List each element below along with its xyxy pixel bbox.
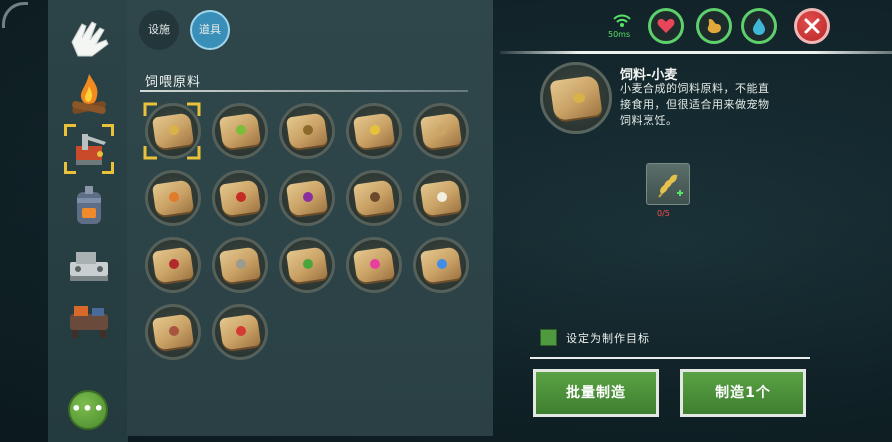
wifi-signal-icon [613,14,631,27]
corn-feed-icon [370,125,380,135]
close-button[interactable] [794,8,830,44]
set-target-label: 设定为制作目标 [566,332,650,345]
stomach-icon [707,19,721,34]
item-slot[interactable] [279,170,335,226]
item-slot[interactable] [212,237,268,293]
item-slot[interactable] [413,103,469,159]
grain-feed-icon [437,125,447,135]
footer-divider [530,357,810,359]
item-slot[interactable] [145,237,201,293]
heart-icon [657,18,675,33]
machine-category-icon[interactable] [62,236,116,290]
pepper-feed-icon [236,192,246,202]
item-slot[interactable] [346,170,402,226]
slot-selection-frame [143,102,201,160]
hand-category-icon[interactable] [62,12,116,66]
section-divider [140,90,468,92]
item-slot[interactable] [413,170,469,226]
selection-corner-icon [102,124,114,136]
furnace-category-icon[interactable] [62,180,116,234]
item-slot[interactable] [346,103,402,159]
flower-blue-feed-icon [437,259,447,269]
mushroom-feed-icon [169,326,179,336]
workbench-category-icon[interactable] [62,292,116,346]
item-slot[interactable] [212,103,268,159]
berry-feed-icon [169,259,179,269]
item-slot[interactable] [145,304,201,360]
selected-item-icon [540,62,612,134]
seed-feed-icon [370,192,380,202]
selection-corner-icon [64,162,76,174]
section-title: 饲喂原料 [145,75,202,90]
item-slot[interactable] [279,103,335,159]
strawberry-feed-icon [236,326,246,336]
potato-feed-icon [303,125,313,135]
item-slot[interactable] [413,237,469,293]
ingredient-slot[interactable] [646,163,690,205]
selection-corner-icon [64,124,76,136]
close-icon [804,18,820,34]
item-slot[interactable] [145,170,201,226]
wheat-feed-icon [573,93,585,103]
health-stat [648,8,684,44]
item-slot[interactable] [212,304,268,360]
set-target-checkbox[interactable] [540,329,557,346]
item-slot[interactable] [346,237,402,293]
onion-feed-icon [303,192,313,202]
flower-pink-feed-icon [370,259,380,269]
ping-text: 50ms [608,30,631,39]
tab-facility[interactable]: 设施 [139,10,179,50]
flower-white-feed-icon [437,192,447,202]
tab-items[interactable]: 道具 [190,10,230,50]
water-drop-icon [753,18,765,35]
ingredient-count: 0/5 [657,209,670,218]
item-description: 小麦合成的饲料原料，不能直接食用，但很适合用来做宠物饲料烹饪。 [620,82,770,127]
thirst-stat [741,8,777,44]
carrot-feed-icon [169,192,179,202]
more-button[interactable]: ••• [68,390,108,430]
item-slot[interactable] [212,170,268,226]
wheat-icon [658,174,683,198]
selection-corner-icon [102,162,114,174]
hunger-stat [696,8,732,44]
craft-one-button[interactable]: 制造1个 [680,369,806,417]
header-divider [500,51,892,54]
batch-craft-button[interactable]: 批量制造 [533,369,659,417]
item-slot[interactable] [279,237,335,293]
vegetable-feed-icon [236,125,246,135]
cabbage-feed-icon [303,259,313,269]
campfire-category-icon[interactable] [62,66,116,120]
herb-feed-icon [236,259,246,269]
